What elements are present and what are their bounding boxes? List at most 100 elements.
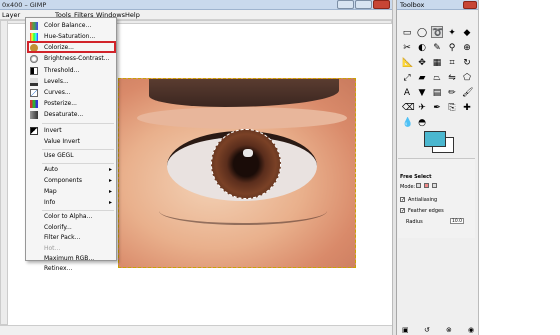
smudge-icon[interactable]: 💧: [401, 116, 413, 128]
eye-photo[interactable]: [118, 78, 356, 268]
delete-options-icon[interactable]: ⊗: [446, 326, 452, 334]
scale-icon[interactable]: ⤢: [401, 71, 413, 83]
dodge-burn-icon[interactable]: ◓: [416, 116, 428, 128]
menu-item-brightness-contrast[interactable]: Brightness-Contrast...: [26, 54, 116, 64]
menu-item-retinex[interactable]: Retinex...: [26, 264, 116, 274]
submenu-arrow-icon: ▸: [108, 199, 112, 206]
color-balance-icon: [30, 22, 38, 30]
menu-item-colorify[interactable]: Colorify...: [26, 223, 116, 233]
menu-item-posterize[interactable]: Posterize...: [26, 99, 116, 109]
vertical-ruler: [0, 20, 8, 325]
feather-label: Feather edges: [408, 208, 444, 214]
menu-separator: [42, 163, 114, 164]
menu-item-desaturate[interactable]: Desaturate...: [26, 110, 116, 120]
threshold-icon: [30, 67, 38, 75]
color-select-icon[interactable]: ◆: [461, 26, 473, 38]
clone-icon[interactable]: ⎘: [446, 101, 458, 113]
menu-item-levels[interactable]: Levels...: [26, 77, 116, 87]
reset-options-icon[interactable]: ◉: [468, 326, 474, 334]
foreground-select-icon[interactable]: ◐: [416, 41, 428, 53]
rect-select-icon[interactable]: ▭: [401, 26, 413, 38]
menu-item-color-to-alpha[interactable]: Color to Alpha...: [26, 212, 116, 222]
rotate-icon[interactable]: ↻: [461, 56, 473, 68]
hue-sat-icon: [30, 33, 38, 41]
flip-icon[interactable]: ⇋: [446, 71, 458, 83]
fuzzy-select-icon[interactable]: ✦: [446, 26, 458, 38]
restore-options-icon[interactable]: ↺: [424, 326, 430, 334]
align-icon[interactable]: ▦: [431, 56, 443, 68]
mode-subtract-button[interactable]: [432, 183, 437, 188]
desaturate-icon: [30, 111, 38, 119]
color-picker-icon[interactable]: ⚲: [446, 41, 458, 53]
menu-item-value-invert[interactable]: Value Invert: [26, 137, 116, 147]
eyelid: [137, 107, 347, 129]
tool-options-panel: Free Select Mode: ✓ Antialiasing ✓ Feath…: [398, 158, 475, 238]
free-select-icon[interactable]: ➰: [431, 26, 443, 38]
menu-item-hot: Hot...: [44, 245, 61, 252]
pencil-icon[interactable]: ✏: [446, 86, 458, 98]
scissors-icon[interactable]: ✂: [401, 41, 413, 53]
mode-label: Mode:: [400, 184, 416, 190]
antialiasing-label: Antialiasing: [408, 197, 438, 203]
minimize-button[interactable]: [337, 0, 354, 9]
radius-spinbox[interactable]: 10.0: [450, 218, 464, 224]
toolbox-bottom-icons: ▣ ↺ ⊗ ◉: [402, 326, 478, 334]
move-icon[interactable]: ✥: [416, 56, 428, 68]
radius-label: Radius: [406, 219, 423, 225]
shear-icon[interactable]: ▰: [416, 71, 428, 83]
status-bar: [0, 325, 392, 335]
lower-lashes: [159, 197, 327, 225]
submenu-arrow-icon: ▸: [108, 177, 112, 184]
gimp-title-bar: 0x400 – GIMP: [0, 0, 392, 10]
cage-icon[interactable]: ⬠: [461, 71, 473, 83]
menu-separator: [42, 210, 114, 211]
menu-item-use-gegl[interactable]: Use GEGL: [26, 151, 116, 161]
save-options-icon[interactable]: ▣: [402, 326, 409, 334]
close-button[interactable]: [373, 0, 390, 9]
airbrush-icon[interactable]: ✈: [416, 101, 428, 113]
bucket-fill-icon[interactable]: ▼: [416, 86, 428, 98]
tool-options-title: Free Select: [400, 174, 432, 180]
menu-item-threshold[interactable]: Threshold...: [26, 66, 116, 76]
menu-item-info[interactable]: Info ▸: [26, 198, 116, 208]
menu-separator: [42, 123, 114, 124]
right-empty-area: [478, 0, 560, 335]
toolbox-close-button[interactable]: [463, 1, 477, 9]
measure-icon[interactable]: 📐: [401, 56, 413, 68]
menu-layer[interactable]: Layer: [2, 11, 20, 19]
menu-item-map[interactable]: Map ▸: [26, 187, 116, 197]
iris-selection: [211, 129, 281, 199]
window-title: 0x400 – GIMP: [2, 1, 47, 9]
menu-item-maximum-rgb[interactable]: Maximum RGB...: [26, 254, 116, 264]
menu-item-auto[interactable]: Auto ▸: [26, 165, 116, 175]
feather-checkbox[interactable]: ✓: [400, 208, 405, 214]
paintbrush-icon[interactable]: 🖌: [461, 86, 473, 98]
mode-add-button[interactable]: [424, 183, 429, 188]
mode-replace-button[interactable]: [416, 183, 421, 188]
menu-item-invert[interactable]: Invert: [26, 126, 116, 136]
perspective-icon[interactable]: ⏢: [431, 71, 443, 83]
eyebrow: [149, 79, 339, 107]
zoom-icon[interactable]: ⊕: [461, 41, 473, 53]
antialiasing-checkbox[interactable]: ✓: [400, 197, 405, 203]
crop-icon[interactable]: ⌗: [446, 56, 458, 68]
colors-menu: Color Balance... Hue-Saturation... Color…: [25, 17, 117, 272]
blend-icon[interactable]: ▤: [431, 86, 443, 98]
menu-item-color-balance[interactable]: Color Balance...: [26, 21, 116, 31]
curves-icon: [30, 89, 38, 97]
maximize-button[interactable]: [355, 0, 372, 9]
menu-item-curves[interactable]: Curves...: [26, 88, 116, 98]
paths-icon[interactable]: ✎: [431, 41, 443, 53]
foreground-color-swatch[interactable]: [424, 131, 446, 147]
heal-icon[interactable]: ✚: [461, 101, 473, 113]
ellipse-select-icon[interactable]: ◯: [416, 26, 428, 38]
eraser-icon[interactable]: ⌫: [401, 101, 415, 113]
menu-item-components[interactable]: Components ▸: [26, 176, 116, 186]
posterize-icon: [30, 100, 38, 108]
menu-separator: [42, 149, 114, 150]
submenu-arrow-icon: ▸: [108, 166, 112, 173]
menu-help[interactable]: Help: [125, 11, 140, 19]
ink-icon[interactable]: ✒: [431, 101, 443, 113]
menu-item-filter-pack[interactable]: Filter Pack...: [26, 233, 116, 243]
text-icon[interactable]: A: [401, 86, 413, 98]
